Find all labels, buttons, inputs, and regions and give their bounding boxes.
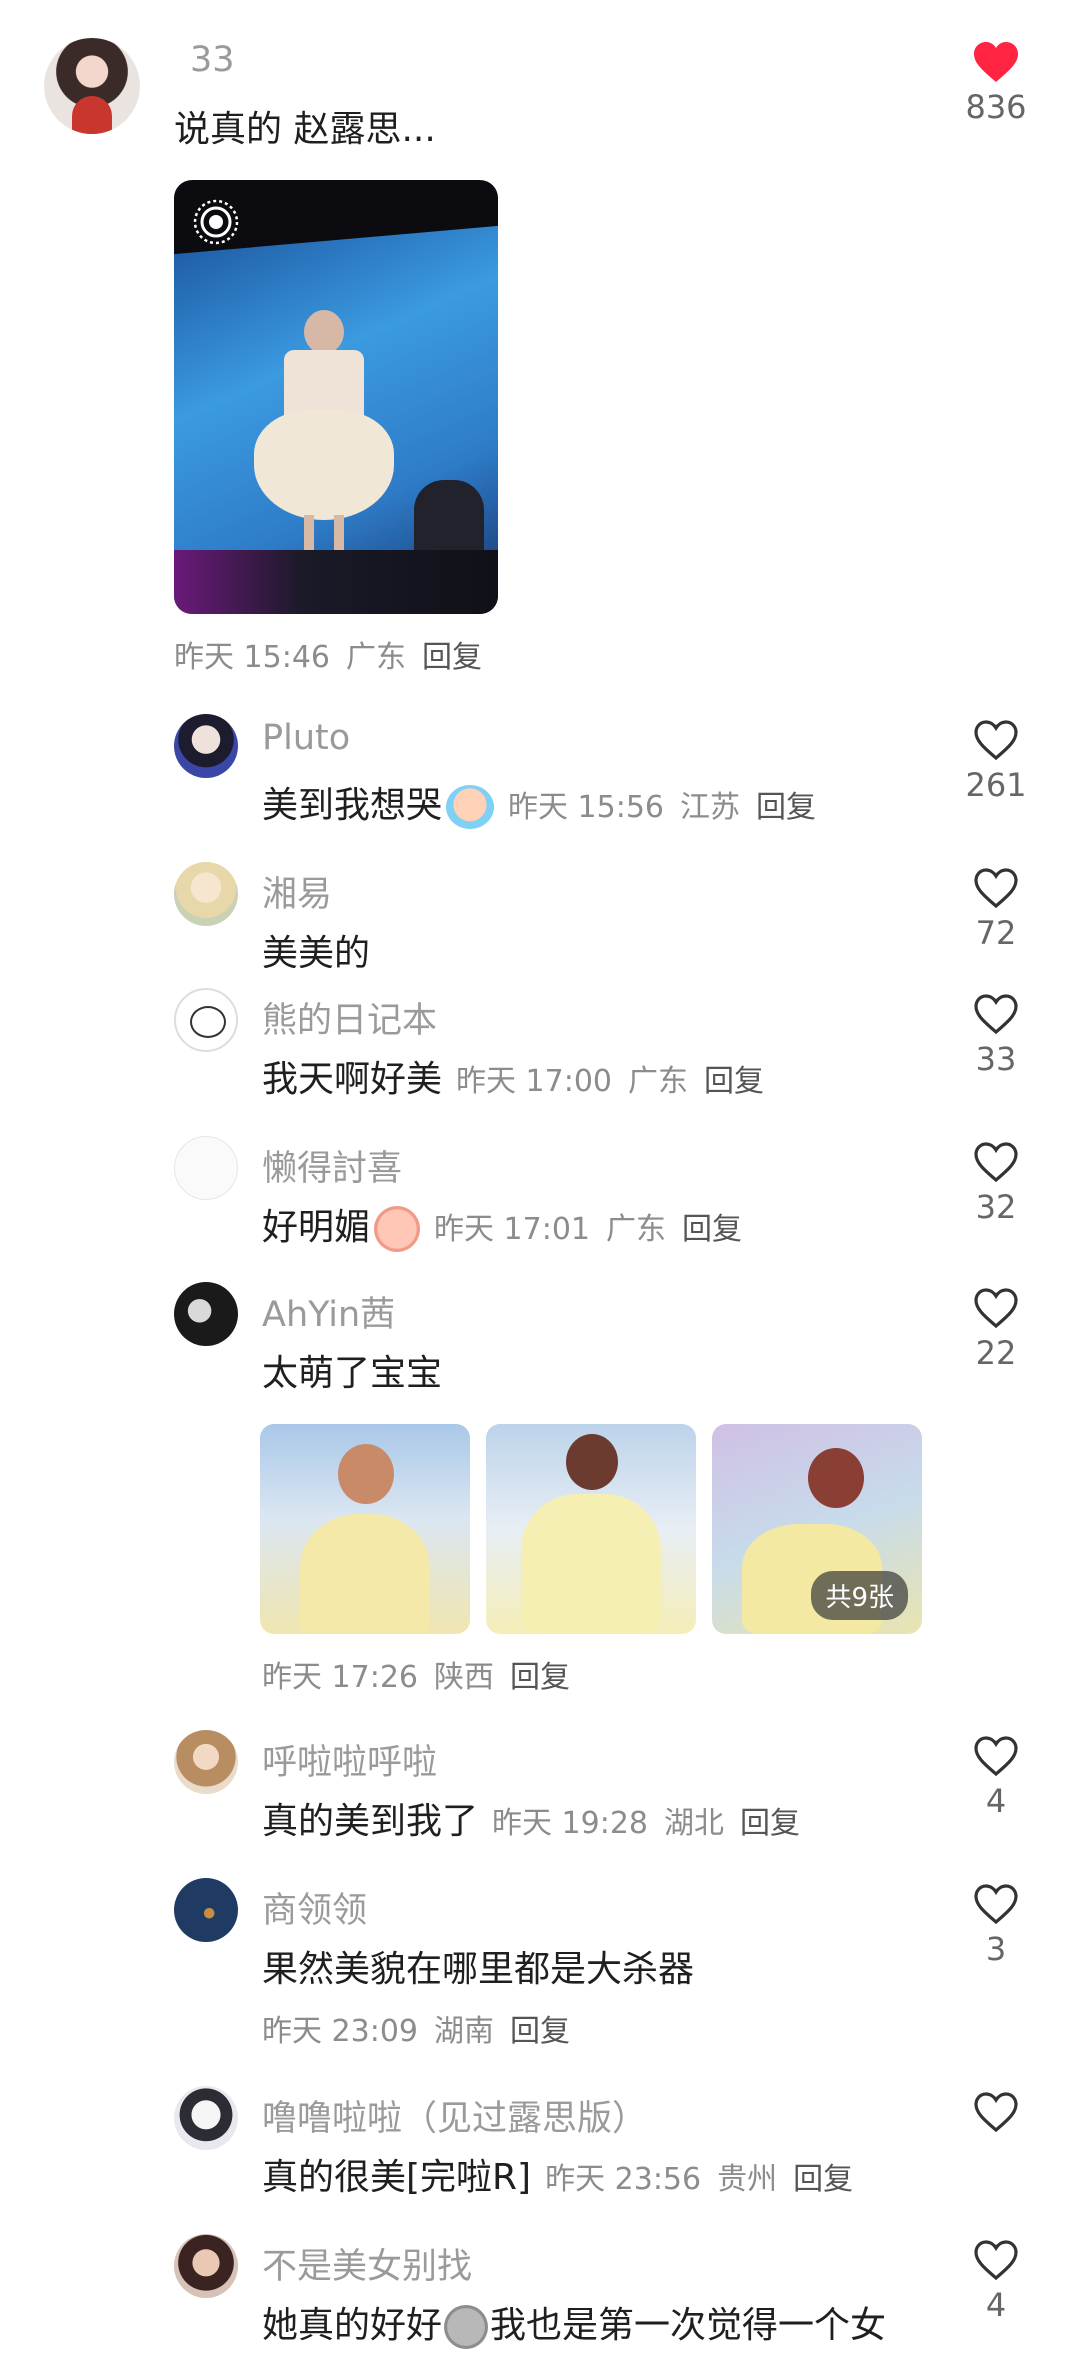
- like-button[interactable]: 4: [946, 2238, 1046, 2324]
- comment-meta: 昨天 17:01 广东 回复: [434, 1212, 743, 1247]
- heart-outline-icon[interactable]: [946, 866, 1046, 910]
- comment-text: 美美的: [262, 933, 371, 974]
- comment-meta: 昨天 15:56 江苏 回复: [508, 790, 817, 825]
- avatar[interactable]: [174, 862, 238, 926]
- comment-body: 我天啊好美: [262, 1059, 443, 1100]
- shy-face-icon: [374, 1206, 421, 1252]
- comment-meta: 昨天 23:09 湖南 回复: [262, 2006, 570, 2050]
- like-count: 32: [975, 1188, 1017, 1226]
- avatar[interactable]: [174, 2086, 238, 2150]
- comment-username[interactable]: 不是美女别找: [262, 2238, 472, 2289]
- like-count: 3: [985, 1930, 1007, 1968]
- reply-button[interactable]: 回复: [510, 1660, 570, 1695]
- comment-location: 陕西: [434, 1660, 494, 1695]
- video-thumbnail[interactable]: [174, 180, 498, 614]
- comment-image[interactable]: [260, 1424, 470, 1634]
- comment-body-continued: 我也是第一次觉得一个女: [490, 2305, 887, 2346]
- reply-button[interactable]: 回复: [682, 1212, 742, 1247]
- reply-button[interactable]: 回复: [756, 790, 816, 825]
- comment-username[interactable]: 呼啦啦呼啦: [262, 1734, 437, 1785]
- comment-body: 她真的好好: [262, 2305, 443, 2346]
- heart-outline-icon[interactable]: [946, 1882, 1046, 1926]
- comment-username[interactable]: Pluto: [262, 718, 350, 758]
- like-count: 4: [985, 1782, 1007, 1820]
- comment-body: 真的美到我了: [262, 1801, 479, 1842]
- avatar[interactable]: [174, 988, 238, 1052]
- comment-username[interactable]: 33: [190, 40, 235, 80]
- like-button[interactable]: [946, 2090, 1046, 2134]
- comment-image[interactable]: [486, 1424, 696, 1634]
- heart-outline-icon[interactable]: [946, 718, 1046, 762]
- like-button[interactable]: 261: [946, 718, 1046, 804]
- heart-filled-icon[interactable]: [946, 40, 1046, 84]
- reply-button[interactable]: 回复: [704, 1064, 764, 1099]
- comment-text: 真的美到我了 昨天 19:28 湖北 回复: [262, 1792, 800, 1844]
- like-button[interactable]: 22: [946, 1286, 1046, 1372]
- like-button[interactable]: 836: [946, 40, 1046, 126]
- reply-button[interactable]: 回复: [793, 2162, 853, 2197]
- comment-text: 果然美貌在哪里都是大杀器: [262, 1949, 695, 1990]
- comment-username[interactable]: 商领领: [262, 1882, 367, 1933]
- heart-outline-icon[interactable]: [946, 2090, 1046, 2134]
- like-count: 261: [965, 766, 1027, 804]
- like-count: 72: [975, 914, 1017, 952]
- heart-outline-icon[interactable]: [946, 1140, 1046, 1184]
- comment-username[interactable]: 懒得討喜: [262, 1140, 402, 1191]
- heart-outline-icon[interactable]: [946, 1286, 1046, 1330]
- comment-body: 好明媚: [262, 1207, 371, 1248]
- comment-meta: 昨天 17:26 陕西 回复: [262, 1652, 570, 1696]
- avatar[interactable]: [174, 714, 238, 778]
- heart-outline-icon[interactable]: [946, 992, 1046, 1036]
- like-button[interactable]: 32: [946, 1140, 1046, 1226]
- avatar[interactable]: [174, 2234, 238, 2298]
- like-count: 4: [985, 2286, 1007, 2324]
- comment-time: 昨天 17:26: [262, 1660, 418, 1695]
- comment-username[interactable]: 湘易: [262, 866, 332, 917]
- comment-text: 她真的好好 我也是第一次觉得一个女: [262, 2296, 886, 2349]
- avatar[interactable]: [174, 1730, 238, 1794]
- like-count: 836: [965, 88, 1027, 126]
- avatar[interactable]: [174, 1878, 238, 1942]
- comment-body: 美到我想哭: [262, 785, 443, 826]
- comment-location: 湖南: [434, 2014, 494, 2049]
- reply-button[interactable]: 回复: [510, 2014, 570, 2049]
- reply-button[interactable]: 回复: [422, 640, 482, 675]
- comment-username[interactable]: AhYin茜: [262, 1286, 395, 1337]
- avatar[interactable]: [174, 1136, 238, 1200]
- comment-location: 广东: [346, 640, 406, 675]
- image-count-badge: 共9张: [811, 1571, 908, 1620]
- comment-text: 我天啊好美 昨天 17:00 广东 回复: [262, 1050, 764, 1102]
- heart-outline-icon[interactable]: [946, 2238, 1046, 2282]
- comment-text: 好明媚 昨天 17:01 广东 回复: [262, 1198, 742, 1252]
- like-button[interactable]: 3: [946, 1882, 1046, 1968]
- comment-meta: 昨天 19:28 湖北 回复: [492, 1806, 801, 1841]
- like-count: 22: [975, 1334, 1017, 1372]
- comment-username[interactable]: 熊的日记本: [262, 992, 437, 1043]
- comment-image[interactable]: 共9张: [712, 1424, 922, 1634]
- comment-text: 说真的 赵露思...: [174, 109, 436, 150]
- like-button[interactable]: 72: [946, 866, 1046, 952]
- like-button[interactable]: 33: [946, 992, 1046, 1078]
- heart-outline-icon[interactable]: [946, 1734, 1046, 1778]
- comment-meta: 昨天 15:46 广东 回复: [174, 632, 482, 676]
- grey-face-icon: [444, 2305, 489, 2349]
- avatar[interactable]: [174, 1282, 238, 1346]
- like-button[interactable]: 4: [946, 1734, 1046, 1820]
- comment-text: 太萌了宝宝: [262, 1353, 443, 1394]
- like-count: 33: [975, 1040, 1017, 1078]
- avatar[interactable]: [44, 38, 140, 134]
- comment-text: 真的很美[完啦R] 昨天 23:56 贵州 回复: [262, 2148, 853, 2200]
- comment-body: 真的很美[完啦R]: [262, 2157, 532, 2198]
- live-photo-icon: [192, 198, 240, 246]
- comment-username[interactable]: 噜噜啦啦（见过露思版）: [262, 2090, 647, 2141]
- comment-time: 昨天 23:09: [262, 2014, 418, 2049]
- comment-time: 昨天 15:46: [174, 640, 330, 675]
- reply-button[interactable]: 回复: [740, 1806, 800, 1841]
- comment-meta: 昨天 17:00 广东 回复: [456, 1064, 765, 1099]
- comment-meta: 昨天 23:56 贵州 回复: [545, 2162, 854, 2197]
- crying-face-icon: [446, 785, 495, 829]
- comment-text: 美到我想哭 昨天 15:56 江苏 回复: [262, 776, 816, 829]
